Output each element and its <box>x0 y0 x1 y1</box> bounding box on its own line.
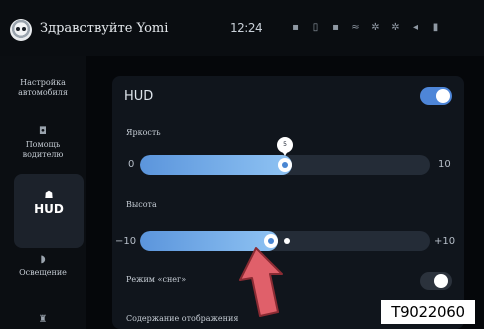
network-icon: ▪ <box>332 22 339 33</box>
greeting-text: Здравствуйте Yomi <box>40 21 169 36</box>
cellular-icon: ▮ <box>432 22 439 33</box>
signal-icon: ▪ <box>292 22 299 33</box>
brightness-max: 10 <box>438 159 451 170</box>
toggle-knob <box>436 89 450 103</box>
brightness-value-bubble: 5 <box>277 137 293 156</box>
sidebar-item-lighting[interactable]: ◗ Освещение <box>0 254 86 278</box>
height-max: +10 <box>434 236 456 247</box>
height-center-marker <box>284 238 290 244</box>
snow-mode-label: Режим «снег» <box>126 275 187 284</box>
clock: 12:24 <box>230 21 263 35</box>
display-content-label: Содержание отображения <box>126 314 239 323</box>
seat-icon: ♜ <box>38 314 48 325</box>
brightness-label: Яркость <box>126 128 161 137</box>
figure-code: T9022060 <box>381 300 475 324</box>
lighting-icon: ◗ <box>40 254 46 265</box>
brightness-min: 0 <box>128 159 135 170</box>
battery-icon: ▯ <box>312 22 319 33</box>
sidebar: Настройка автомобиля ◘ Помощь водителю ☗… <box>0 56 86 329</box>
page-title: HUD <box>124 89 154 104</box>
sidebar-item-driver-assist[interactable]: ◘ Помощь водителю <box>0 126 86 160</box>
hud-settings-screen: Здравствуйте Yomi 12:24 ▪ ▯ ▪ ≈ ✲ ✲ ◂ ▮ … <box>0 0 484 329</box>
height-label: Высота <box>126 200 157 209</box>
wifi-icon: ≈ <box>351 22 360 33</box>
brightness-thumb[interactable] <box>278 158 292 172</box>
pointer-arrow-icon <box>239 247 283 317</box>
status-icons: ▪ ▯ ▪ ≈ ✲ ✲ ◂ ▮ <box>290 21 441 35</box>
fan-icon: ✲ <box>371 22 380 33</box>
sidebar-item-seat[interactable]: ♜ <box>0 314 86 328</box>
hud-icon: ☗ <box>44 190 54 201</box>
brightness-fill <box>140 155 292 175</box>
sidebar-item-label: Помощь водителю <box>22 140 64 159</box>
sidebar-item-hud[interactable]: ☗ HUD <box>14 174 84 248</box>
sidebar-item-label: Освещение <box>19 268 67 277</box>
brightness-slider[interactable] <box>140 155 430 175</box>
height-min: −10 <box>115 236 137 247</box>
status-bar: Здравствуйте Yomi 12:24 ▪ ▯ ▪ ≈ ✲ ✲ ◂ ▮ <box>0 0 484 56</box>
sidebar-item-label: Настройка автомобиля <box>18 78 68 97</box>
toggle-knob <box>434 274 448 288</box>
sidebar-item-label: HUD <box>34 202 64 216</box>
hud-toggle[interactable] <box>420 87 452 105</box>
snow-mode-toggle[interactable] <box>420 272 452 290</box>
driver-assist-icon: ◘ <box>39 126 47 137</box>
sidebar-item-vehicle-settings[interactable]: Настройка автомобиля <box>0 78 86 98</box>
fan-2-icon: ✲ <box>391 22 400 33</box>
avatar[interactable] <box>10 19 32 41</box>
volume-icon: ◂ <box>412 22 419 33</box>
